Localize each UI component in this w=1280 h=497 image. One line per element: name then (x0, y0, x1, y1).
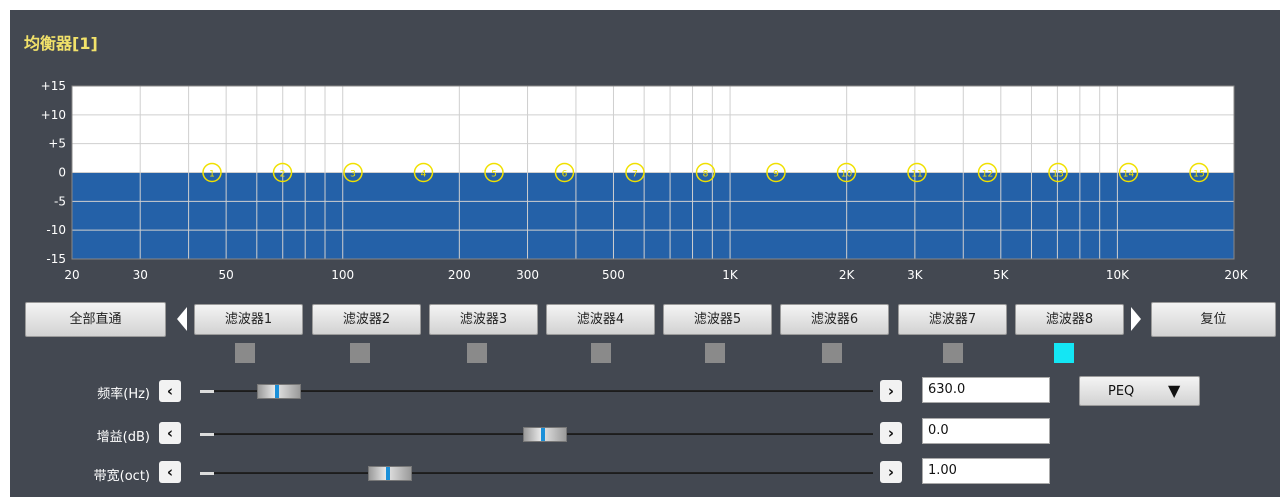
bandwidth-label: 带宽(oct) (93, 469, 150, 484)
filter-type-label: PEQ (1108, 384, 1135, 399)
y-tick-label: +10 (41, 108, 66, 122)
bypass-all-button[interactable]: 全部直通 (25, 302, 166, 337)
x-tick-label: 5K (993, 268, 1010, 282)
frequency-slider-thumb[interactable] (257, 384, 302, 399)
filter-8-indicator (1054, 343, 1074, 363)
reset-button[interactable]: 复位 (1151, 302, 1276, 337)
filter-1-indicator (235, 343, 255, 363)
band-marker-label: 1 (209, 170, 215, 180)
filter-5-button[interactable]: 滤波器5 (663, 304, 772, 335)
band-marker-label: 2 (280, 170, 286, 180)
filter-3-button[interactable]: 滤波器3 (429, 304, 538, 335)
bandwidth-value-field[interactable]: 1.00 (922, 458, 1050, 484)
x-tick-label: 200 (448, 268, 471, 282)
band-marker-label: 7 (632, 170, 638, 180)
filter-4-indicator (591, 343, 611, 363)
response-fill (72, 172, 1234, 259)
gain-slider-thumb[interactable] (522, 427, 567, 442)
y-tick-label: +15 (41, 79, 66, 93)
filter-3-indicator (467, 343, 487, 363)
x-tick-label: 1K (722, 268, 739, 282)
band-marker-label: 4 (421, 170, 427, 180)
filter-4-button[interactable]: 滤波器4 (546, 304, 655, 335)
filter-type-dropdown[interactable]: PEQ ▼ (1079, 376, 1200, 406)
bandwidth-slider-thumb[interactable] (368, 466, 413, 481)
band-marker-label: 8 (703, 170, 709, 180)
band-marker-label: 15 (1193, 170, 1204, 180)
caret-down-icon: ▼ (1168, 381, 1181, 400)
band-marker-label: 13 (1052, 170, 1063, 180)
gain-decrease-button[interactable]: ‹ (159, 422, 181, 444)
bandwidth-slider-track[interactable] (214, 472, 873, 474)
thumb-marker (386, 467, 391, 480)
frequency-increase-button[interactable]: › (880, 380, 902, 402)
band-marker-label: 10 (841, 170, 853, 180)
filter-7-indicator (943, 343, 963, 363)
gain-label: 增益(dB) (96, 430, 150, 445)
scroll-left-icon[interactable] (177, 307, 187, 331)
filter-6-indicator (822, 343, 842, 363)
x-tick-label: 30 (133, 268, 148, 282)
x-tick-label: 100 (331, 268, 354, 282)
band-marker-label: 12 (982, 170, 993, 180)
filter-8-button[interactable]: 滤波器8 (1015, 304, 1124, 335)
bandwidth-decrease-button[interactable]: ‹ (159, 461, 181, 483)
x-tick-label: 20K (1224, 268, 1248, 282)
frequency-value-field[interactable]: 630.0 (922, 377, 1050, 403)
gain-value-field[interactable]: 0.0 (922, 418, 1050, 444)
x-tick-label: 10K (1106, 268, 1130, 282)
eq-response-graph[interactable]: +15 +10 +5 0 -5 -10 -15 20 30 50 100 200 300 500 1K 2K 3… (0, 0, 1280, 300)
frequency-track-cap (200, 390, 214, 393)
x-tick-label: 50 (218, 268, 233, 282)
band-marker-label: 9 (773, 170, 779, 180)
band-marker-label: 3 (350, 170, 356, 180)
bandwidth-track-cap (200, 472, 214, 475)
filter-5-indicator (705, 343, 725, 363)
filter-2-button[interactable]: 滤波器2 (312, 304, 421, 335)
x-tick-label: 20 (64, 268, 79, 282)
x-tick-label: 300 (516, 268, 539, 282)
y-tick-label: 0 (58, 166, 66, 180)
band-marker-label: 14 (1123, 170, 1135, 180)
bandwidth-increase-button[interactable]: › (880, 461, 902, 483)
frequency-slider-track[interactable] (214, 390, 873, 392)
x-tick-label: 500 (602, 268, 625, 282)
band-marker-label: 11 (911, 170, 922, 180)
band-marker-label: 6 (562, 170, 568, 180)
y-tick-label: -15 (46, 252, 66, 266)
filter-2-indicator (350, 343, 370, 363)
filter-7-button[interactable]: 滤波器7 (898, 304, 1007, 335)
thumb-marker (540, 428, 545, 441)
frequency-label: 频率(Hz) (97, 387, 150, 402)
gain-track-cap (200, 433, 214, 436)
frequency-decrease-button[interactable]: ‹ (159, 380, 181, 402)
x-tick-label: 3K (907, 268, 924, 282)
band-marker-label: 5 (491, 170, 497, 180)
filter-1-button[interactable]: 滤波器1 (194, 304, 303, 335)
y-tick-label: -10 (46, 223, 66, 237)
thumb-marker (275, 385, 280, 398)
x-tick-label: 2K (839, 268, 856, 282)
y-tick-label: +5 (48, 137, 66, 151)
filter-6-button[interactable]: 滤波器6 (780, 304, 889, 335)
scroll-right-icon[interactable] (1131, 307, 1141, 331)
y-tick-label: -5 (54, 194, 66, 208)
gain-increase-button[interactable]: › (880, 422, 902, 444)
